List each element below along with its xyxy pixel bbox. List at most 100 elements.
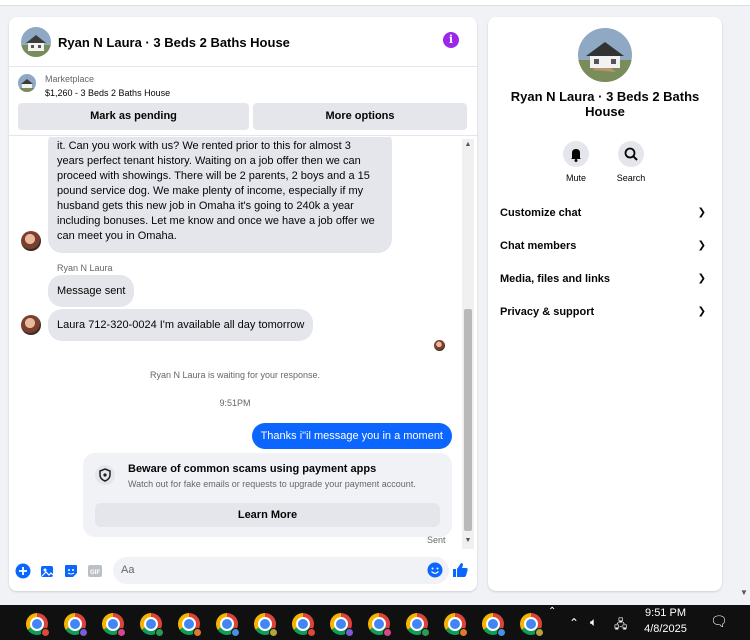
mute-label: Mute xyxy=(565,173,586,183)
conversation-title[interactable]: Ryan N Laura · 3 Beds 2 Baths House xyxy=(58,35,290,50)
info-icon[interactable]: i xyxy=(443,32,459,48)
conversation-avatar[interactable] xyxy=(21,27,51,57)
sender-avatar[interactable] xyxy=(21,315,41,335)
chrome-taskbar-icon[interactable] xyxy=(482,613,506,637)
chrome-taskbar-icon[interactable] xyxy=(64,613,88,637)
message-text: it. Can you work with us? We rented prio… xyxy=(57,139,383,244)
more-options-button[interactable]: More options xyxy=(253,103,467,130)
profile-badge-icon xyxy=(497,628,506,637)
incoming-message[interactable]: Laura 712-320-0024 I'm available all day… xyxy=(48,309,314,341)
scroll-up-arrow[interactable]: ▲ xyxy=(464,141,472,149)
incoming-message[interactable]: it. Can you work with us? We rented prio… xyxy=(48,137,392,253)
section-privacy-support[interactable]: Privacy & support ❯ xyxy=(500,306,710,326)
message-line: husband gets this new job in Omaha it's … xyxy=(57,200,354,212)
browser-top-strip xyxy=(0,0,750,6)
conversation-avatar-large[interactable] xyxy=(578,28,632,82)
profile-badge-icon xyxy=(79,628,88,637)
profile-badge-icon xyxy=(41,628,50,637)
scam-warning-title: Beware of common scams using payment app… xyxy=(128,463,377,475)
message-list[interactable]: it. Can you work with us? We rented prio… xyxy=(9,137,461,551)
section-label: Customize chat xyxy=(500,207,582,219)
mark-as-pending-button[interactable]: Mark as pending xyxy=(18,103,249,130)
section-chat-members[interactable]: Chat members ❯ xyxy=(500,240,710,260)
taskbar-clock-time[interactable]: 9:51 PM xyxy=(633,607,698,619)
scam-warning-card: Beware of common scams using payment app… xyxy=(83,453,452,537)
search-action[interactable]: Search xyxy=(601,141,661,183)
profile-badge-icon xyxy=(383,628,392,637)
message-line: it. Can you work with us? We rented prio… xyxy=(57,140,351,152)
thumbs-up-icon[interactable] xyxy=(451,561,469,579)
taskbar-clock-date[interactable]: 4/8/2025 xyxy=(633,623,698,635)
scroll-down-arrow[interactable]: ▼ xyxy=(464,537,472,545)
chat-header: Ryan N Laura · 3 Beds 2 Baths House i xyxy=(9,17,477,67)
profile-badge-icon xyxy=(421,628,430,637)
scrollbar-thumb[interactable] xyxy=(464,309,472,531)
listing-thumbnail[interactable] xyxy=(18,74,36,92)
chrome-taskbar-icon[interactable] xyxy=(292,613,316,637)
profile-badge-icon xyxy=(535,628,544,637)
chrome-taskbar-icon[interactable] xyxy=(520,613,544,637)
network-icon[interactable]: 🖧︎ xyxy=(614,615,627,636)
section-media-files-links[interactable]: Media, files and links ❯ xyxy=(500,273,710,293)
sender-name: Ryan N Laura xyxy=(57,263,113,273)
search-icon xyxy=(618,141,644,167)
photo-icon[interactable] xyxy=(39,563,55,579)
emoji-icon[interactable] xyxy=(427,562,443,583)
read-receipt-avatar xyxy=(434,340,445,351)
notifications-icon[interactable]: 🗨︎ xyxy=(710,613,728,630)
mute-action[interactable]: Mute xyxy=(546,141,606,183)
marketplace-label: Marketplace xyxy=(45,74,95,84)
waiting-notice: Ryan N Laura is waiting for your respons… xyxy=(149,370,321,380)
section-label: Privacy & support xyxy=(500,306,595,318)
shield-icon xyxy=(95,465,115,485)
chrome-taskbar-icon[interactable] xyxy=(26,613,50,637)
chat-panel: Ryan N Laura · 3 Beds 2 Baths House i Ma… xyxy=(9,17,477,591)
chrome-taskbar-icon[interactable] xyxy=(102,613,126,637)
plus-icon[interactable] xyxy=(15,563,31,579)
message-line: proceed with showings. There will be 2 p… xyxy=(57,170,370,182)
chevron-down-icon: ❯ xyxy=(697,207,706,218)
conversation-info-panel: Ryan N Laura · 3 Beds 2 Baths House Mute… xyxy=(488,17,722,591)
listing-title[interactable]: $1,260 - 3 Beds 2 Baths House xyxy=(45,88,170,98)
chevron-up-icon[interactable]: ⌃ xyxy=(569,616,579,630)
chrome-taskbar-icon[interactable] xyxy=(140,613,164,637)
search-label: Search xyxy=(616,173,646,183)
chrome-taskbar-icon[interactable] xyxy=(330,613,354,637)
chevron-down-icon: ❯ xyxy=(697,273,706,284)
bell-icon xyxy=(563,141,589,167)
chrome-taskbar-icon[interactable] xyxy=(368,613,392,637)
sticker-icon[interactable] xyxy=(63,563,79,579)
profile-badge-icon xyxy=(155,628,164,637)
page-scroll-down-arrow[interactable]: ▼ xyxy=(740,588,748,597)
message-line: pound service dog. We make plenty of inc… xyxy=(57,185,364,197)
chrome-taskbar-icon[interactable] xyxy=(444,613,468,637)
incoming-message[interactable]: Message sent xyxy=(48,275,135,307)
message-input[interactable]: Aa xyxy=(113,557,449,584)
marketplace-bar: Marketplace $1,260 - 3 Beds 2 Baths Hous… xyxy=(9,68,477,136)
learn-more-button[interactable]: Learn More xyxy=(95,503,440,527)
profile-badge-icon xyxy=(345,628,354,637)
chrome-taskbar-icon[interactable] xyxy=(178,613,202,637)
message-input-placeholder: Aa xyxy=(121,564,135,576)
chevron-down-icon: ❯ xyxy=(697,306,706,317)
chrome-taskbar-icon[interactable] xyxy=(254,613,278,637)
chrome-taskbar-icon[interactable] xyxy=(216,613,240,637)
message-scrollbar[interactable]: ▲ ▼ xyxy=(462,139,474,549)
composer-bar: GIF Aa xyxy=(9,551,477,591)
sent-status: Sent xyxy=(427,535,446,545)
volume-icon[interactable]: 🔈︎ xyxy=(590,615,597,630)
scam-warning-subtitle: Watch out for fake emails or requests to… xyxy=(128,479,416,489)
section-label: Media, files and links xyxy=(500,273,611,285)
section-customize-chat[interactable]: Customize chat ❯ xyxy=(500,207,710,227)
message-line: years perfect tenant history. Waiting on… xyxy=(57,155,361,167)
section-label: Chat members xyxy=(500,240,577,252)
sender-avatar[interactable] xyxy=(21,231,41,251)
profile-badge-icon xyxy=(307,628,316,637)
profile-badge-icon xyxy=(117,628,126,637)
outgoing-message[interactable]: Thanks i"il message you in a moment xyxy=(251,423,452,449)
profile-badge-icon xyxy=(231,628,240,637)
chrome-taskbar-icon[interactable] xyxy=(406,613,430,637)
tray-overflow-icon[interactable]: ⌃ xyxy=(548,606,556,617)
profile-badge-icon xyxy=(193,628,202,637)
gif-icon[interactable]: GIF xyxy=(87,563,103,579)
